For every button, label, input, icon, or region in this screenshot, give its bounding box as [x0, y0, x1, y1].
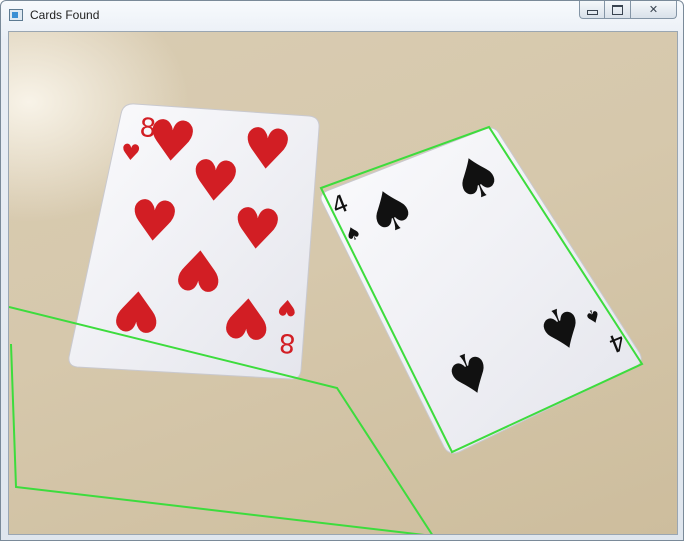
minimize-icon — [586, 10, 598, 15]
minimize-button[interactable] — [579, 1, 605, 19]
heart-pip-icon: ♥ — [172, 235, 227, 303]
card-eight-of-hearts: 8 8 ♥ ♥ ♥ ♥♥♥ ♥♥♥ ♥ — [68, 103, 320, 380]
heart-pip-icon: ♥ — [220, 283, 275, 351]
maximize-icon — [612, 4, 623, 15]
title-bar[interactable]: Cards Found ✕ — [1, 1, 683, 31]
heart-suit-icon: ♥ — [120, 140, 141, 166]
heart-suit-icon: ♥ — [276, 293, 297, 319]
heart-pip-icon: ♥ — [127, 188, 182, 256]
window-app-icon[interactable] — [9, 9, 23, 21]
image-canvas: 8 8 ♥ ♥ ♥ ♥ ♥ ♥ ♥ ♥ ♥ ♥ 4 4 ♠ ♠ ♠ ♠ ♠ ♠ — [8, 31, 678, 535]
window-title: Cards Found — [30, 8, 100, 22]
card-four-of-spades: 4 4 ♠ ♠ ♠♠♠♠ — [320, 127, 642, 454]
window-controls: ✕ — [579, 1, 677, 21]
camera-image: 8 8 ♥ ♥ ♥ ♥♥♥ ♥♥♥ ♥ 4 4 ♠ ♠ ♠♠♠♠ — [9, 103, 644, 534]
heart-pip-icon: ♥ — [230, 196, 285, 264]
close-button[interactable]: ✕ — [631, 1, 677, 19]
heart-pip-icon: ♥ — [240, 116, 295, 184]
app-window: Cards Found ✕ 8 8 ♥ ♥ ♥ ♥ ♥ ♥ ♥ ♥ ♥ ♥ 4 … — [0, 0, 684, 541]
close-icon: ✕ — [648, 3, 659, 16]
maximize-button[interactable] — [605, 1, 631, 19]
card-rank-label: 8 — [278, 327, 297, 358]
